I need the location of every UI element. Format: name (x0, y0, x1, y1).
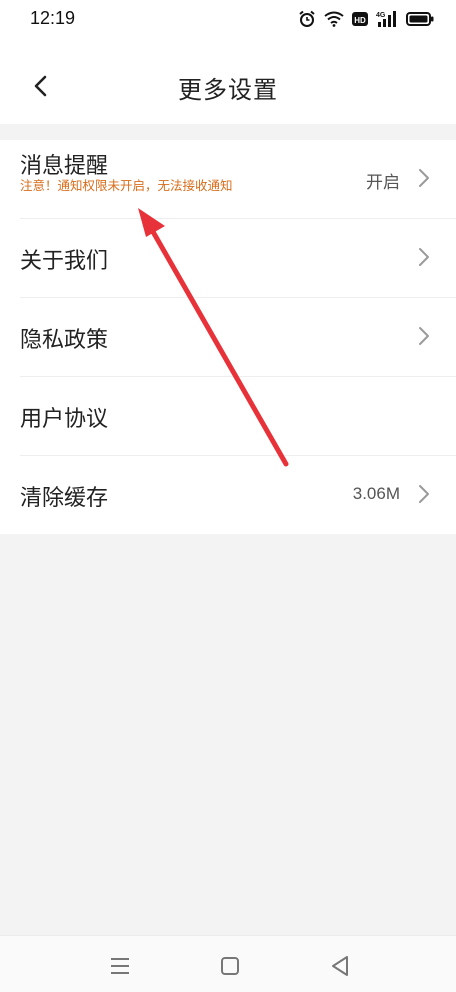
settings-row-user-agreement[interactable]: 用户协议 (20, 377, 456, 456)
chevron-right-icon (419, 248, 429, 266)
wifi-icon (324, 11, 344, 27)
row-label: 用户协议 (20, 407, 109, 432)
signal-4g-icon: 4G (376, 11, 396, 27)
status-bar: 12:19 HD 4G (0, 0, 456, 44)
row-label: 消息提醒 (20, 154, 109, 179)
row-value: 开启 (366, 173, 400, 192)
system-nav-bar (0, 935, 456, 992)
chevron-right-icon (419, 327, 429, 345)
settings-row-notifications[interactable]: 消息提醒 注意！通知权限未开启，无法接收通知 开启 (20, 140, 456, 219)
row-label: 关于我们 (20, 249, 109, 274)
notification-warning: 注意！通知权限未开启，无法接收通知 (20, 178, 233, 193)
menu-icon[interactable] (108, 954, 132, 978)
status-time: 12:19 (30, 8, 76, 28)
battery-icon (406, 12, 434, 26)
settings-row-privacy[interactable]: 隐私政策 (20, 298, 456, 377)
alarm-icon (299, 10, 315, 27)
header: 更多设置 (0, 44, 456, 124)
status-icons: HD 4G (298, 10, 434, 28)
back-icon[interactable] (328, 954, 352, 978)
row-label: 清除缓存 (20, 486, 109, 511)
chevron-right-icon (419, 485, 429, 503)
chevron-right-icon (419, 169, 429, 187)
settings-row-clear-cache[interactable]: 清除缓存 3.06M (20, 456, 456, 534)
settings-row-about[interactable]: 关于我们 (20, 219, 456, 298)
hd-icon: HD (352, 12, 368, 26)
svg-text:HD: HD (354, 16, 366, 25)
row-label: 隐私政策 (20, 328, 109, 353)
page-title: 更多设置 (178, 76, 278, 104)
svg-text:4G: 4G (376, 12, 386, 19)
home-icon[interactable] (218, 954, 242, 978)
settings-list: 消息提醒 注意！通知权限未开启，无法接收通知 开启 关于我们 隐私政策 用户协议… (0, 140, 456, 534)
cache-size: 3.06M (352, 484, 400, 503)
